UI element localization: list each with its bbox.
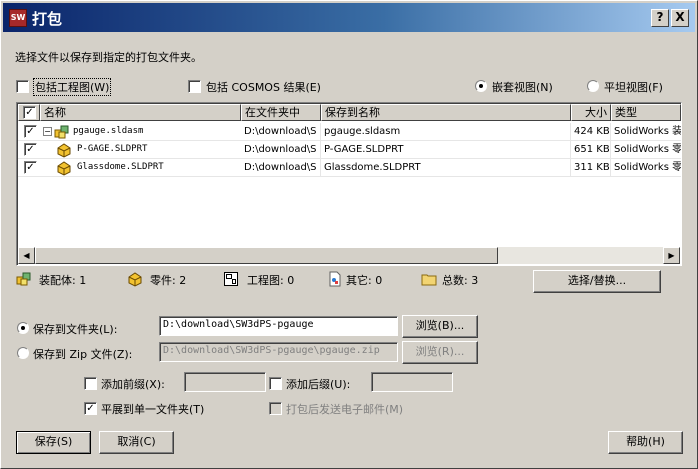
row-type: SolidWorks 装 [611, 123, 681, 141]
part-icon [57, 143, 71, 158]
flatten-checkbox[interactable]: ✓ [84, 402, 97, 415]
assembly-icon [16, 272, 31, 286]
include-drawings-checkbox[interactable] [16, 80, 29, 93]
row-size: 424 KB [571, 123, 611, 141]
select-all-checkbox[interactable]: ✓ [23, 106, 36, 119]
file-list[interactable]: ✓ 名称 在文件夹中 保存到名称 大小 类型 ✓ − pgauge.sldasm… [16, 102, 682, 266]
collapse-icon[interactable]: − [43, 127, 52, 136]
suffix-input[interactable] [371, 372, 453, 392]
row-type: SolidWorks 零 [611, 159, 681, 177]
folder-icon [421, 274, 437, 286]
scroll-thumb[interactable] [35, 247, 498, 264]
assembly-count: 装配体: 1 [39, 274, 87, 287]
include-cosmos-checkbox[interactable] [188, 80, 201, 93]
flat-view-label[interactable]: 平坦视图(F) [604, 79, 663, 95]
table-row[interactable]: ✓ − pgauge.sldasm D:\download\S pgauge.s… [18, 123, 681, 141]
row-type: SolidWorks 零 [611, 141, 681, 159]
part-icon [128, 272, 142, 287]
email-label[interactable]: 打包后发送电子邮件(M) [286, 401, 403, 417]
add-suffix-checkbox[interactable] [269, 377, 282, 390]
row-folder: D:\download\S [241, 159, 321, 177]
add-prefix-checkbox[interactable] [84, 377, 97, 390]
header-name[interactable]: 名称 [40, 104, 241, 121]
cancel-button[interactable]: 取消(C) [99, 431, 174, 454]
save-zip-path-input[interactable]: D:\download\SW3dPS-pgauge\pgauge.zip [159, 342, 398, 362]
row-checkbox[interactable]: ✓ [24, 143, 37, 156]
row-size: 311 KB [571, 159, 611, 177]
row-name: P-GAGE.SLDPRT [77, 144, 148, 154]
include-drawings-label[interactable]: 包括工程图(W) [32, 78, 112, 96]
title-bar[interactable]: SW 打包 ? X [3, 3, 695, 32]
scroll-left-icon[interactable]: ◀ [18, 247, 35, 264]
table-row[interactable]: ✓ P-GAGE.SLDPRT D:\download\S P-GAGE.SLD… [18, 141, 681, 159]
header-folder[interactable]: 在文件夹中 [241, 104, 321, 121]
row-folder: D:\download\S [241, 141, 321, 159]
add-suffix-label[interactable]: 添加后缀(U): [286, 376, 350, 392]
scroll-right-icon[interactable]: ▶ [663, 247, 680, 264]
row-save-name: Glassdome.SLDPRT [321, 159, 571, 177]
total-count: 总数: 3 [442, 274, 479, 287]
email-checkbox[interactable] [269, 402, 282, 415]
prefix-input[interactable] [184, 372, 266, 392]
horizontal-scrollbar[interactable]: ◀ ▶ [18, 247, 680, 264]
nested-view-label[interactable]: 嵌套视图(N) [492, 79, 553, 95]
row-save-name: pgauge.sldasm [321, 123, 571, 141]
row-save-name: P-GAGE.SLDPRT [321, 141, 571, 159]
header-check[interactable]: ✓ [18, 104, 40, 121]
other-count: 其它: 0 [346, 274, 383, 287]
other-file-icon [329, 271, 341, 287]
assembly-icon [54, 125, 69, 139]
row-name: Glassdome.SLDPRT [77, 162, 164, 172]
close-title-button[interactable]: X [671, 9, 689, 27]
drawing-icon [224, 272, 238, 286]
flat-view-radio[interactable] [587, 80, 599, 92]
drawing-count: 工程图: 0 [247, 274, 295, 287]
save-to-folder-radio[interactable] [17, 322, 29, 334]
flatten-label[interactable]: 平展到单一文件夹(T) [101, 401, 204, 417]
select-replace-button[interactable]: 选择/替换... [533, 270, 661, 293]
header-size[interactable]: 大小 [571, 104, 611, 121]
header-type[interactable]: 类型 [611, 104, 681, 121]
part-count: 零件: 2 [150, 274, 187, 287]
browse-zip-button[interactable]: 浏览(R)... [402, 341, 478, 364]
save-to-zip-label[interactable]: 保存到 Zip 文件(Z): [33, 346, 132, 362]
window-title: 打包 [32, 10, 63, 28]
header-save-name[interactable]: 保存到名称 [321, 104, 571, 121]
help-title-button[interactable]: ? [651, 9, 669, 27]
part-icon [57, 161, 71, 176]
save-folder-path-input[interactable]: D:\download\SW3dPS-pgauge [159, 316, 398, 336]
solidworks-app-icon: SW [9, 9, 27, 27]
include-cosmos-label[interactable]: 包括 COSMOS 结果(E) [206, 79, 321, 95]
save-to-folder-label[interactable]: 保存到文件夹(L): [33, 321, 117, 337]
nested-view-radio[interactable] [475, 80, 487, 92]
pack-and-go-dialog: SW 打包 ? X 选择文件以保存到指定的打包文件夹。 包括工程图(W) 包括 … [0, 0, 698, 469]
help-button[interactable]: 帮助(H) [608, 431, 683, 454]
add-prefix-label[interactable]: 添加前缀(X): [101, 376, 165, 392]
row-size: 651 KB [571, 141, 611, 159]
table-row[interactable]: ✓ Glassdome.SLDPRT D:\download\S Glassdo… [18, 159, 681, 177]
instruction-text: 选择文件以保存到指定的打包文件夹。 [15, 51, 202, 64]
row-checkbox[interactable]: ✓ [24, 161, 37, 174]
row-name: pgauge.sldasm [73, 126, 144, 136]
row-checkbox[interactable]: ✓ [24, 125, 37, 138]
save-to-zip-radio[interactable] [17, 347, 29, 359]
save-button[interactable]: 保存(S) [16, 431, 91, 454]
browse-folder-button[interactable]: 浏览(B)... [402, 315, 478, 338]
row-folder: D:\download\S [241, 123, 321, 141]
